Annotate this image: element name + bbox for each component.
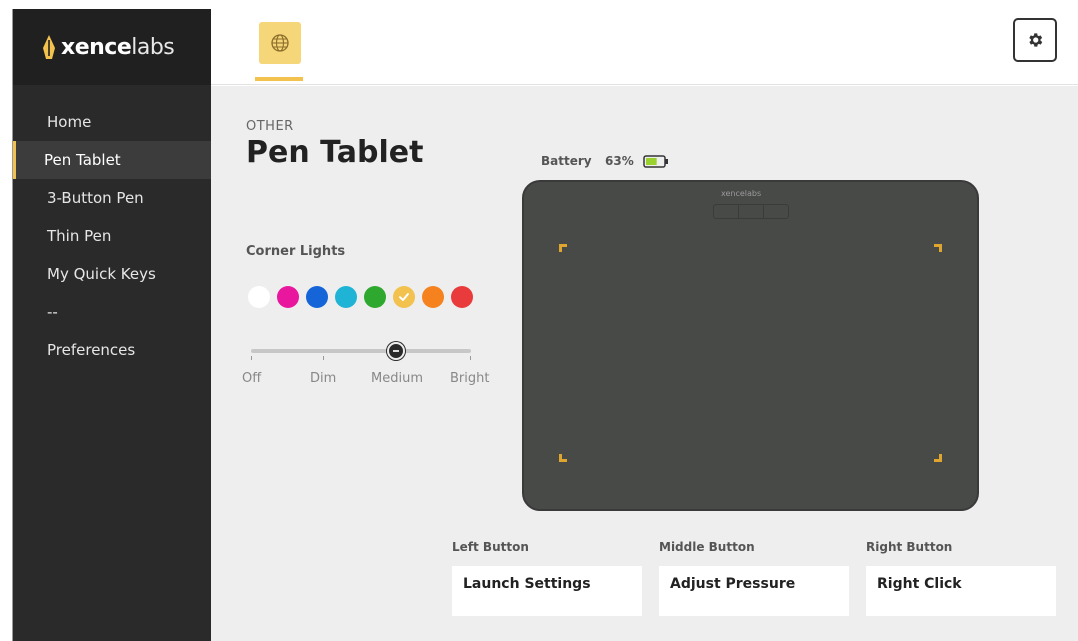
corner-lights-label: Corner Lights — [246, 244, 346, 259]
battery-icon — [643, 155, 668, 168]
sidebar-item-thin-pen[interactable]: Thin Pen — [13, 217, 211, 255]
check-icon — [399, 293, 409, 301]
globe-icon — [271, 34, 289, 52]
device-tab-indicator — [255, 77, 303, 81]
color-swatch[interactable] — [422, 286, 444, 308]
slider-thumb[interactable] — [387, 342, 405, 360]
tablet-preview: xencelabs — [522, 180, 979, 511]
device-tab-other[interactable] — [259, 22, 301, 64]
middle-button-setting: Middle Button Adjust Pressure — [659, 540, 849, 616]
sidebar-nav: Home Pen Tablet 3-Button Pen Thin Pen My Qui… — [13, 103, 211, 369]
main-panel: OTHER Pen Tablet Corner Lights Off Dim M… — [211, 86, 1078, 641]
right-button-label: Right Button — [866, 540, 953, 554]
page-category: OTHER — [246, 119, 294, 134]
sidebar-item-home[interactable]: Home — [13, 103, 211, 141]
corner-light-top-left — [559, 244, 567, 252]
tablet-express-keys — [713, 204, 789, 219]
level-medium[interactable]: Medium — [371, 371, 423, 386]
pen-nib-logo-icon — [43, 35, 55, 59]
color-swatch[interactable] — [306, 286, 328, 308]
slider-tick — [251, 356, 252, 360]
level-off[interactable]: Off — [242, 371, 261, 386]
sidebar-item-my-quick-keys[interactable]: My Quick Keys — [13, 255, 211, 293]
logo-text: xencelabs — [61, 34, 175, 60]
sidebar-item-3-button-pen[interactable]: 3-Button Pen — [13, 179, 211, 217]
corner-light-top-right — [934, 244, 942, 252]
gear-icon — [1029, 33, 1043, 47]
sidebar-item-preferences[interactable]: Preferences — [13, 331, 211, 369]
slider-tick — [323, 356, 324, 360]
level-dim[interactable]: Dim — [310, 371, 336, 386]
app-window: xencelabs Home Pen Tablet 3-Button Pen Thin… — [12, 9, 1078, 641]
sidebar: xencelabs Home Pen Tablet 3-Button Pen Thin… — [13, 9, 211, 641]
logo: xencelabs — [13, 9, 211, 85]
color-swatch[interactable] — [248, 286, 270, 308]
right-button-dropdown[interactable]: Right Click — [866, 566, 1056, 616]
color-swatch[interactable] — [451, 286, 473, 308]
battery-label: Battery — [541, 154, 592, 168]
page-title: Pen Tablet — [246, 135, 424, 170]
left-button-dropdown[interactable]: Launch Settings — [452, 566, 642, 616]
corner-light-bottom-left — [559, 454, 567, 462]
sidebar-item-separator: -- — [47, 303, 58, 321]
brightness-slider[interactable] — [251, 342, 471, 372]
battery-value: 63% — [605, 154, 634, 168]
color-swatch[interactable] — [364, 286, 386, 308]
middle-button-dropdown[interactable]: Adjust Pressure — [659, 566, 849, 616]
top-bar — [211, 9, 1078, 85]
corner-lights-color-picker — [248, 286, 473, 308]
color-swatch[interactable] — [335, 286, 357, 308]
left-button-label: Left Button — [452, 540, 529, 554]
brightness-levels: Off Dim Medium Bright — [242, 371, 502, 389]
settings-button[interactable] — [1013, 18, 1057, 62]
sidebar-item-pen-tablet[interactable]: Pen Tablet — [13, 141, 211, 179]
slider-tick — [470, 356, 471, 360]
color-swatch[interactable] — [393, 286, 415, 308]
tablet-brand: xencelabs — [721, 189, 762, 198]
color-swatch[interactable] — [277, 286, 299, 308]
corner-light-bottom-right — [934, 454, 942, 462]
middle-button-label: Middle Button — [659, 540, 755, 554]
left-button-setting: Left Button Launch Settings — [452, 540, 642, 616]
slider-track — [251, 349, 471, 353]
level-bright[interactable]: Bright — [450, 371, 489, 386]
right-button-setting: Right Button Right Click — [866, 540, 1056, 616]
